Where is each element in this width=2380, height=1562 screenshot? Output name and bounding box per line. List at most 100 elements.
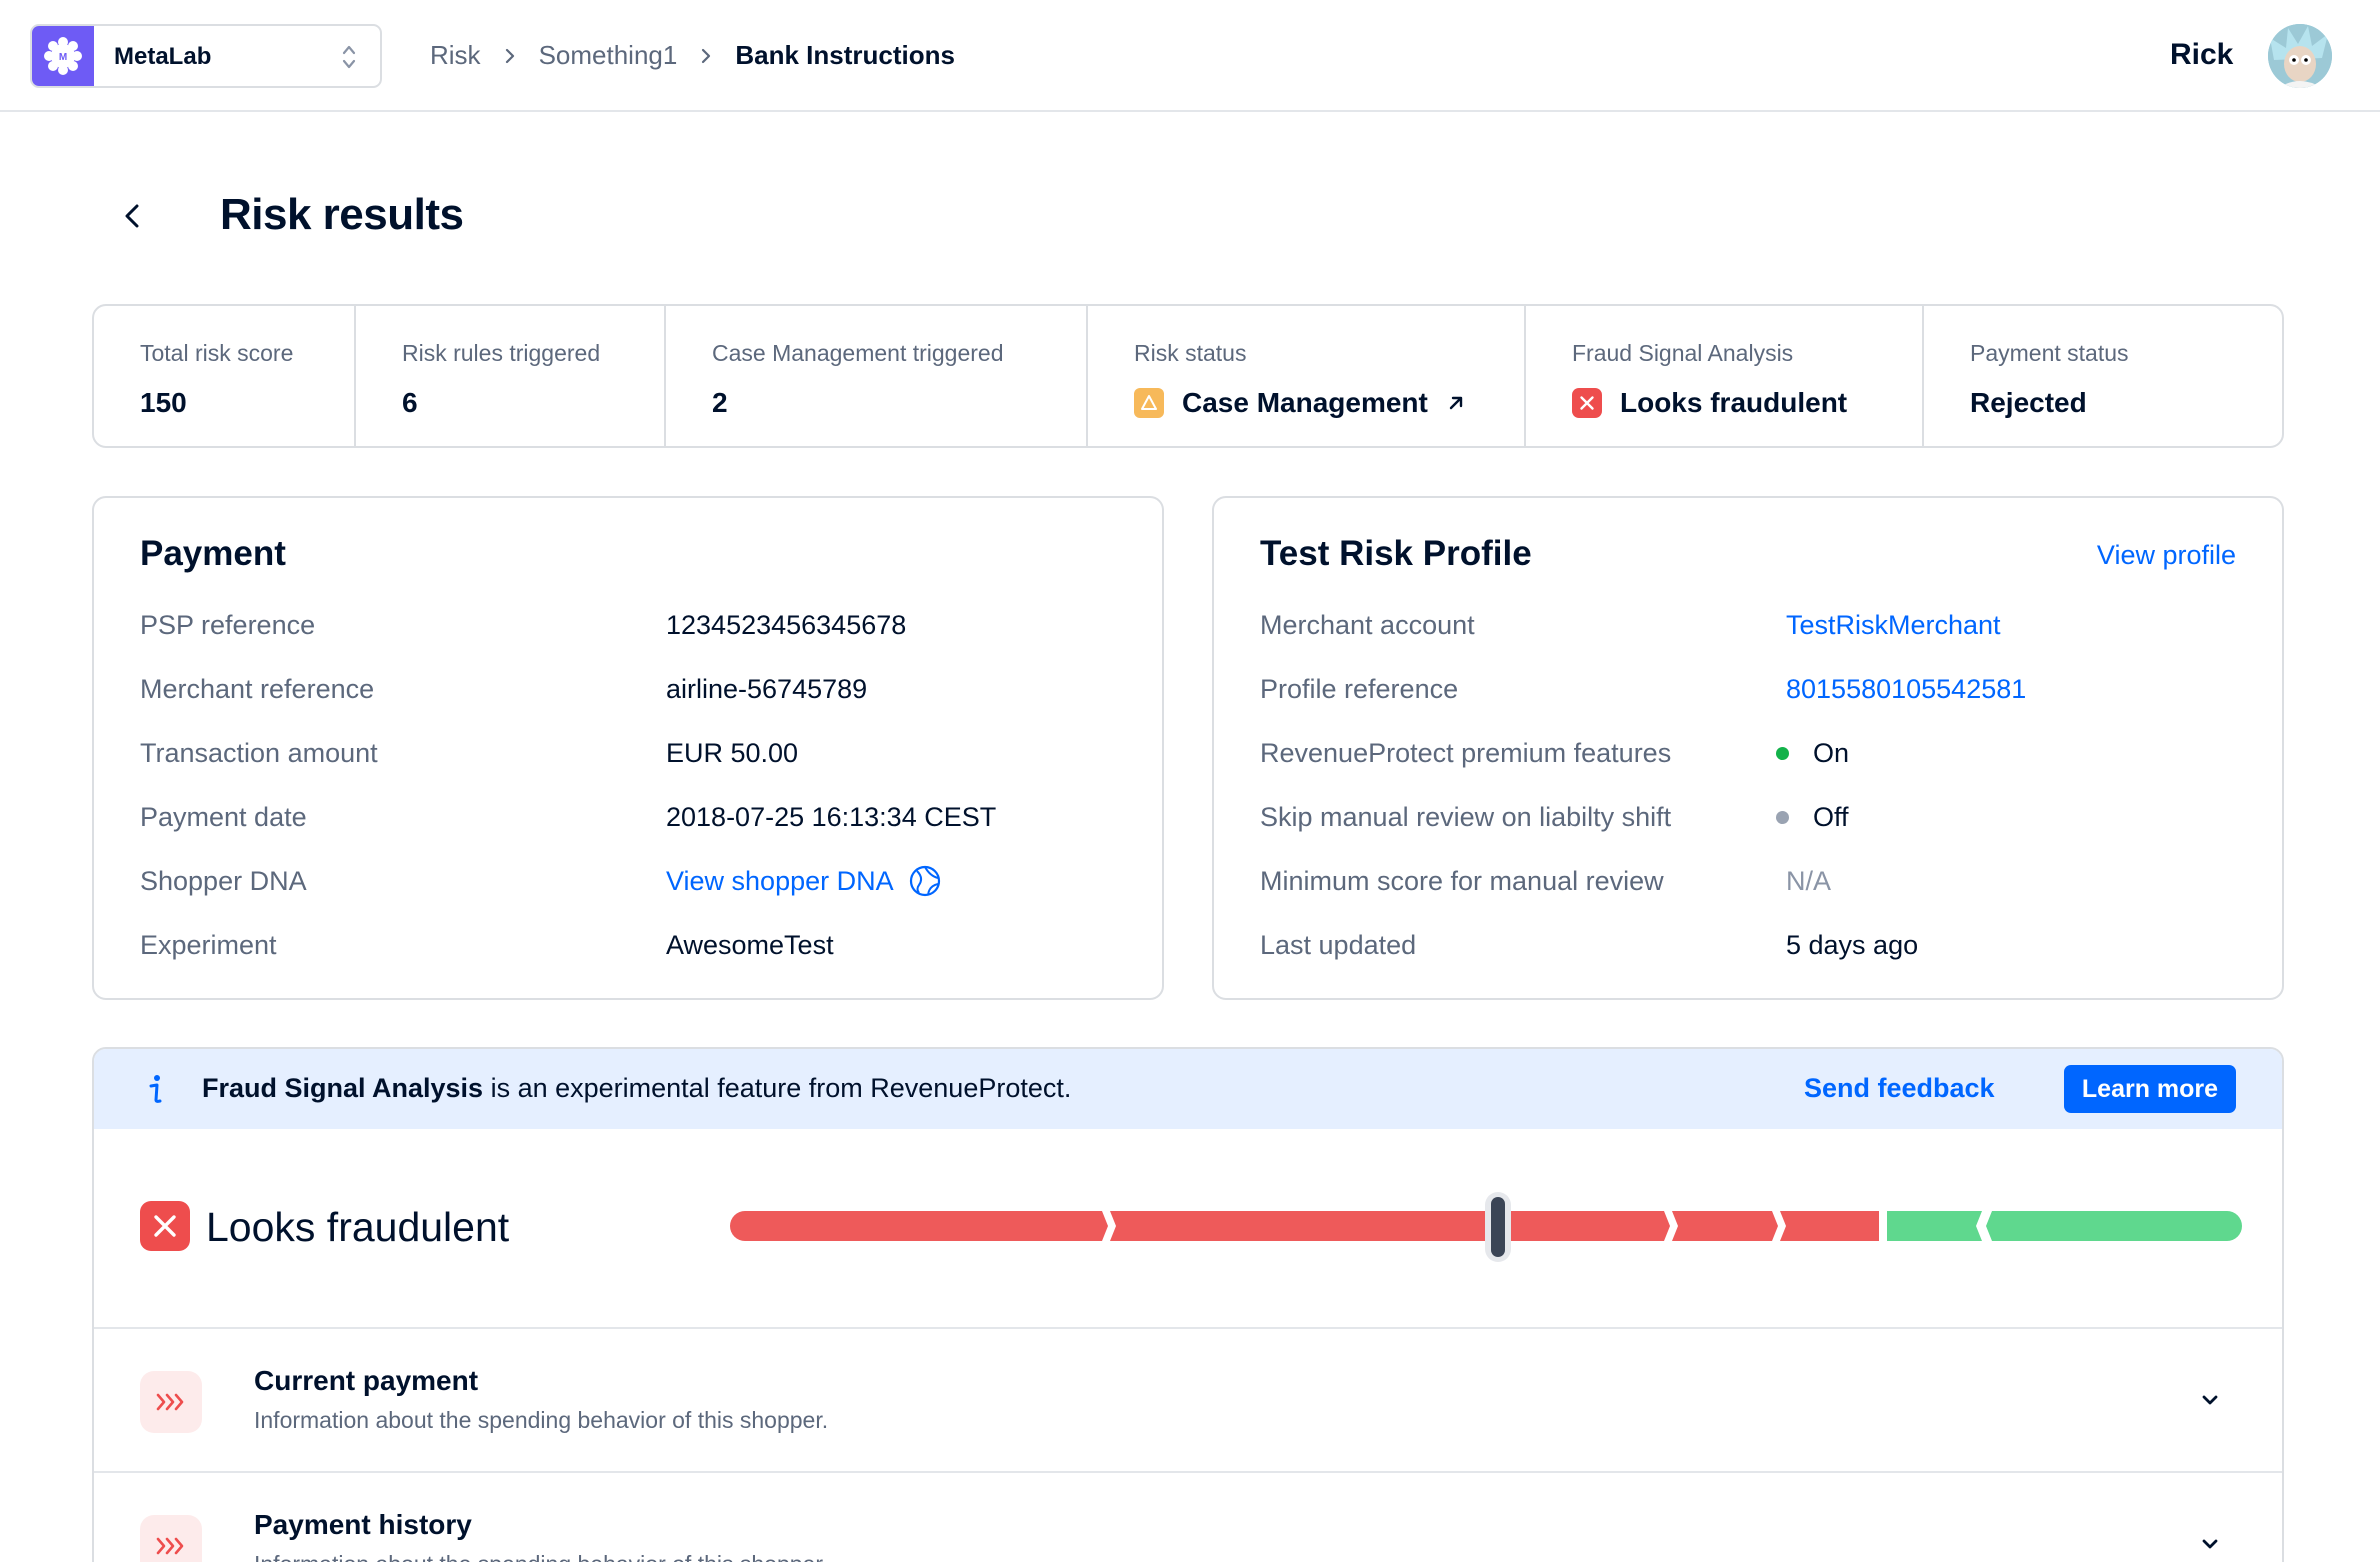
summary-case-management: Case Management triggered 2 <box>666 306 1088 446</box>
detail-label: Last updated <box>1260 929 1417 960</box>
summary-value: 6 <box>402 387 418 418</box>
fraud-verdict: Looks fraudulent <box>206 1204 510 1250</box>
section-title: Payment history <box>254 1509 472 1540</box>
user-name[interactable]: Rick <box>2170 38 2233 72</box>
risk-profile-card: Test Risk Profile View profile Merchant … <box>1212 496 2284 1000</box>
fraud-signal-analysis-panel: Fraud Signal Analysis is an experimental… <box>92 1047 2284 1562</box>
breadcrumb: Risk Something1 Bank Instructions <box>430 40 955 71</box>
summary-total-risk-score: Total risk score 150 <box>94 306 356 446</box>
error-icon <box>140 1201 190 1251</box>
gauge-fraud-segments <box>730 1211 1879 1241</box>
top-bar: M MetaLab Risk Something1 Bank Instructi… <box>0 0 2380 112</box>
detail-row: Experiment AwesomeTest <box>140 928 834 962</box>
gauge-safe-segments <box>1887 1211 2242 1241</box>
gauge-segment <box>1110 1211 1506 1241</box>
info-icon <box>149 1075 162 1103</box>
summary-label: Risk status <box>1134 340 1247 366</box>
merchant-account-link[interactable]: TestRiskMerchant <box>1786 610 2001 641</box>
gauge-segment <box>1780 1211 1879 1241</box>
card-title: Payment <box>140 534 286 573</box>
gauge-segment <box>1887 1211 1982 1241</box>
chevron-down-icon[interactable] <box>2200 1393 2220 1407</box>
banner-text: is an experimental feature from RevenueP… <box>483 1073 1072 1103</box>
profile-reference-link[interactable]: 8015580105542581 <box>1786 674 2026 705</box>
gauge-segment <box>1506 1211 1670 1241</box>
logo-letter: M <box>59 52 67 63</box>
account-switcher[interactable]: M MetaLab <box>30 24 382 88</box>
detail-label: Merchant account <box>1260 609 1475 640</box>
status-text: On <box>1813 737 1850 768</box>
detail-label: Payment date <box>140 801 307 832</box>
external-link-icon <box>1449 396 1463 410</box>
detail-value: Off <box>1776 802 1849 833</box>
page-title: Risk results <box>220 190 464 239</box>
detail-value: On <box>1776 738 1849 769</box>
detail-row: Shopper DNA View shopper DNA <box>140 864 940 898</box>
chevron-updown-icon <box>342 45 356 69</box>
detail-row: Last updated 5 days ago <box>1260 928 1918 962</box>
learn-more-button[interactable]: Learn more <box>2064 1065 2236 1113</box>
view-shopper-dna-link[interactable]: View shopper DNA <box>666 864 942 898</box>
banner-feature-name: Fraud Signal Analysis <box>202 1073 484 1103</box>
send-feedback-link[interactable]: Send feedback <box>1804 1073 1995 1104</box>
detail-value: 2018-07-25 16:13:34 CEST <box>666 801 997 832</box>
payment-card: Payment PSP reference 1234523456345678 Me… <box>92 496 1164 1000</box>
detail-row: Minimum score for manual review N/A <box>1260 864 1831 898</box>
chevron-right-icon <box>702 48 711 63</box>
breadcrumb-item-risk[interactable]: Risk <box>430 40 481 71</box>
dna-globe-icon <box>909 865 940 897</box>
risk-indicator-icon <box>140 1515 202 1562</box>
detail-label: Minimum score for manual review <box>1260 865 1664 896</box>
detail-label: RevenueProtect premium features <box>1260 737 1672 768</box>
breadcrumb-item-current: Bank Instructions <box>735 40 955 70</box>
detail-label: PSP reference <box>140 609 316 640</box>
chevron-right-icon <box>505 48 514 63</box>
breadcrumb-item-something1[interactable]: Something1 <box>539 40 678 71</box>
avatar[interactable] <box>2268 24 2332 88</box>
summary-risk-status: Risk status Case Management <box>1088 306 1526 446</box>
risk-summary-bar: Total risk score 150 Risk rules triggere… <box>92 304 2284 448</box>
detail-label: Skip manual review on liabilty shift <box>1260 801 1672 832</box>
detail-label: Transaction amount <box>140 737 378 768</box>
summary-label: Fraud Signal Analysis <box>1572 340 1794 366</box>
summary-label: Total risk score <box>140 340 294 366</box>
summary-payment-status: Payment status Rejected <box>1924 306 2282 446</box>
status-off-dot-icon <box>1776 810 1789 824</box>
risk-status-link[interactable]: Case Management <box>1134 387 1524 419</box>
summary-value: 2 <box>712 387 728 418</box>
fraud-score-gauge <box>730 1192 2242 1262</box>
status-on-dot-icon <box>1776 746 1789 760</box>
warning-icon <box>1134 388 1164 418</box>
risk-indicator-icon <box>140 1371 202 1433</box>
detail-label: Profile reference <box>1260 673 1459 704</box>
summary-value: 150 <box>140 387 187 418</box>
detail-value: EUR 50.00 <box>666 737 799 768</box>
summary-value: Looks fraudulent <box>1572 387 1922 419</box>
detail-row: Transaction amount EUR 50.00 <box>140 736 798 770</box>
banner-message: Fraud Signal Analysis is an experimental… <box>202 1073 1071 1104</box>
section-title: Current payment <box>254 1365 479 1396</box>
gauge-segment <box>1986 1211 2242 1241</box>
metalab-logo-icon: M <box>32 26 94 86</box>
payment-history-section[interactable]: Payment history Information about the sp… <box>94 1471 2282 1562</box>
experimental-feature-banner: Fraud Signal Analysis is an experimental… <box>94 1049 2282 1129</box>
summary-label: Risk rules triggered <box>402 340 601 366</box>
detail-row: Merchant account TestRiskMerchant <box>1260 608 2001 642</box>
back-arrow-icon[interactable] <box>118 200 148 232</box>
summary-fraud-signal: Fraud Signal Analysis Looks fraudulent <box>1526 306 1924 446</box>
detail-value: 5 days ago <box>1786 929 1919 960</box>
detail-value: AwesomeTest <box>666 929 834 960</box>
detail-row: RevenueProtect premium features On <box>1260 736 1849 770</box>
detail-row: Payment date 2018-07-25 16:13:34 CEST <box>140 800 996 834</box>
detail-row: Merchant reference airline-56745789 <box>140 672 867 706</box>
current-payment-section[interactable]: Current payment Information about the sp… <box>94 1327 2282 1471</box>
summary-label: Case Management triggered <box>712 340 1004 366</box>
summary-value: Rejected <box>1970 387 2087 418</box>
view-profile-link[interactable]: View profile <box>2097 540 2236 571</box>
chevron-down-icon[interactable] <box>2200 1537 2220 1551</box>
detail-label: Merchant reference <box>140 673 375 704</box>
card-title: Test Risk Profile <box>1260 534 1532 573</box>
detail-value: 1234523456345678 <box>666 609 907 640</box>
detail-row: PSP reference 1234523456345678 <box>140 608 906 642</box>
section-subtitle: Information about the spending behavior … <box>254 1407 829 1433</box>
